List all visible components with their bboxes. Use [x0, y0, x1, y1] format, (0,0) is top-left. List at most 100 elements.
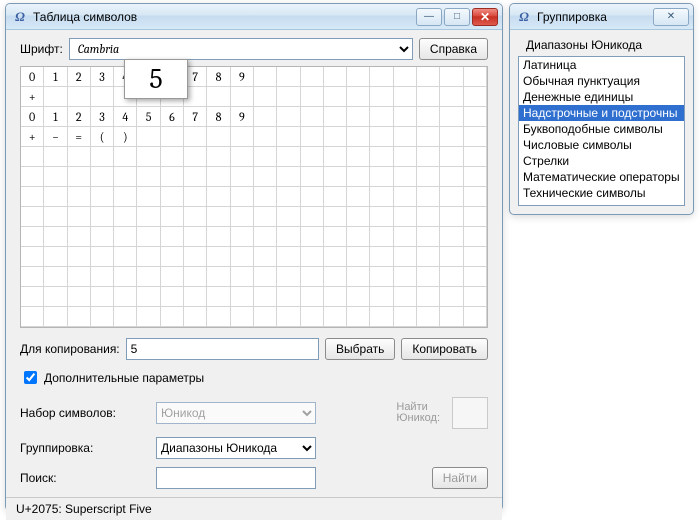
grouping-list-item[interactable]: Стрелки — [519, 153, 684, 169]
grid-cell[interactable] — [68, 207, 91, 227]
grid-cell[interactable] — [207, 307, 230, 327]
grid-cell[interactable] — [301, 147, 324, 167]
grid-cell[interactable] — [68, 267, 91, 287]
search-button[interactable]: Найти — [432, 467, 488, 489]
grouping-list-item[interactable]: Обычная пунктуация — [519, 73, 684, 89]
grid-cell[interactable] — [347, 67, 370, 87]
grouping-list-item[interactable]: Надстрочные и подстрочны — [519, 105, 684, 121]
grid-cell[interactable] — [207, 207, 230, 227]
grid-cell[interactable] — [277, 207, 300, 227]
grid-cell[interactable] — [370, 147, 393, 167]
grid-cell[interactable] — [440, 207, 463, 227]
grid-cell[interactable] — [394, 247, 417, 267]
grid-cell[interactable] — [464, 127, 487, 147]
grid-cell[interactable] — [184, 287, 207, 307]
grid-cell[interactable] — [114, 227, 137, 247]
grid-cell[interactable] — [184, 167, 207, 187]
maximize-button[interactable]: □ — [444, 8, 470, 26]
grid-cell[interactable] — [254, 287, 277, 307]
grid-cell[interactable] — [417, 167, 440, 187]
grid-cell[interactable] — [347, 207, 370, 227]
close-button[interactable]: ✕ — [472, 8, 498, 26]
grid-cell[interactable] — [301, 207, 324, 227]
grid-cell[interactable] — [254, 187, 277, 207]
select-button[interactable]: Выбрать — [325, 338, 395, 360]
grid-cell[interactable] — [301, 307, 324, 327]
grid-cell[interactable] — [44, 167, 67, 187]
grid-cell[interactable] — [440, 167, 463, 187]
grid-cell[interactable] — [91, 87, 114, 107]
grid-cell[interactable] — [137, 267, 160, 287]
grid-cell[interactable] — [137, 287, 160, 307]
grid-cell[interactable] — [440, 127, 463, 147]
grid-cell[interactable] — [417, 147, 440, 167]
grid-cell[interactable] — [440, 307, 463, 327]
grid-cell[interactable] — [277, 127, 300, 147]
grid-cell[interactable]: 2 — [68, 107, 91, 127]
grid-cell[interactable] — [21, 307, 44, 327]
grid-cell[interactable] — [301, 247, 324, 267]
grid-cell[interactable] — [44, 187, 67, 207]
grid-cell[interactable]: 1 — [44, 107, 67, 127]
grid-cell[interactable]: 8 — [207, 107, 230, 127]
grouping-list-item[interactable]: Числовые символы — [519, 137, 684, 153]
grid-cell[interactable] — [207, 227, 230, 247]
grid-cell[interactable] — [394, 147, 417, 167]
grid-cell[interactable] — [324, 67, 347, 87]
grid-cell[interactable] — [254, 147, 277, 167]
grid-cell[interactable] — [394, 287, 417, 307]
grid-cell[interactable]: 9 — [231, 107, 254, 127]
grid-cell[interactable] — [137, 167, 160, 187]
grid-cell[interactable]: + — [21, 87, 44, 107]
grid-cell[interactable] — [394, 107, 417, 127]
grid-cell[interactable] — [370, 67, 393, 87]
grid-cell[interactable] — [91, 207, 114, 227]
grid-cell[interactable] — [68, 87, 91, 107]
grid-cell[interactable] — [44, 87, 67, 107]
grid-cell[interactable] — [370, 127, 393, 147]
grid-cell[interactable] — [301, 167, 324, 187]
grid-cell[interactable] — [464, 147, 487, 167]
grid-cell[interactable] — [91, 267, 114, 287]
grid-cell[interactable] — [44, 307, 67, 327]
grid-cell[interactable] — [21, 207, 44, 227]
grid-cell[interactable] — [417, 227, 440, 247]
grid-cell[interactable] — [21, 187, 44, 207]
grid-cell[interactable] — [440, 267, 463, 287]
grouping-list-item[interactable]: Буквоподобные символы — [519, 121, 684, 137]
grid-cell[interactable] — [417, 307, 440, 327]
grid-cell[interactable]: 0 — [21, 67, 44, 87]
character-grid[interactable]: 0123456789+0123456789+−=()5 — [20, 66, 488, 328]
grid-cell[interactable] — [370, 267, 393, 287]
grid-cell[interactable] — [184, 147, 207, 167]
grid-cell[interactable] — [394, 207, 417, 227]
grid-cell[interactable] — [347, 267, 370, 287]
grid-cell[interactable] — [68, 227, 91, 247]
grid-cell[interactable] — [370, 87, 393, 107]
grid-cell[interactable] — [184, 267, 207, 287]
grid-cell[interactable] — [137, 207, 160, 227]
grid-cell[interactable] — [114, 207, 137, 227]
grid-cell[interactable] — [21, 227, 44, 247]
grid-cell[interactable] — [347, 227, 370, 247]
grid-cell[interactable] — [347, 87, 370, 107]
grid-cell[interactable] — [394, 227, 417, 247]
grid-cell[interactable] — [254, 167, 277, 187]
grid-cell[interactable] — [91, 167, 114, 187]
grid-cell[interactable] — [417, 287, 440, 307]
grid-cell[interactable] — [207, 187, 230, 207]
grid-cell[interactable] — [137, 187, 160, 207]
grid-cell[interactable] — [161, 167, 184, 187]
grid-cell[interactable] — [347, 307, 370, 327]
grid-cell[interactable] — [370, 167, 393, 187]
grid-cell[interactable] — [44, 227, 67, 247]
grid-cell[interactable] — [417, 267, 440, 287]
grid-cell[interactable]: 0 — [21, 107, 44, 127]
grid-cell[interactable] — [231, 167, 254, 187]
grid-cell[interactable] — [417, 207, 440, 227]
grid-cell[interactable] — [464, 247, 487, 267]
grouping-list-item[interactable]: Денежные единицы — [519, 89, 684, 105]
grid-cell[interactable] — [464, 87, 487, 107]
grid-cell[interactable] — [464, 67, 487, 87]
grid-cell[interactable] — [417, 187, 440, 207]
